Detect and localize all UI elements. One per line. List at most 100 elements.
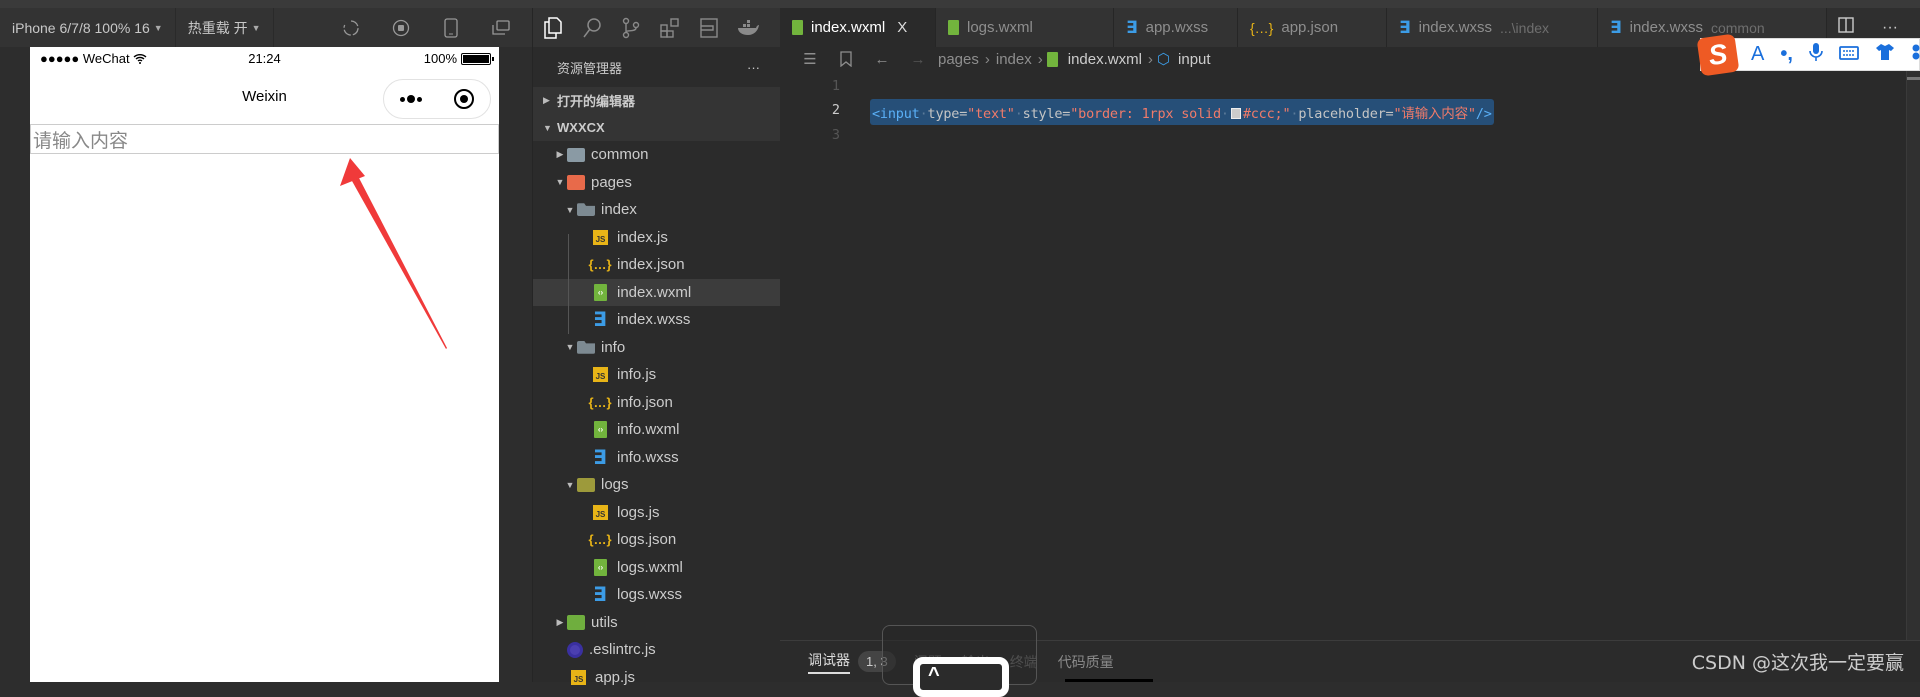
phone-icon[interactable] bbox=[426, 17, 476, 38]
wxss-icon: ∃ bbox=[593, 446, 607, 469]
editor-scrollbar[interactable] bbox=[1906, 71, 1920, 640]
folder-icon bbox=[567, 147, 585, 162]
ime-punctuation-icon[interactable]: •, bbox=[1780, 43, 1793, 66]
tab-debugger[interactable]: 调试器 bbox=[808, 650, 850, 674]
chevron-down-icon: ▼ bbox=[153, 22, 163, 33]
wxss-file-icon: ∃ bbox=[1126, 17, 1138, 37]
editor-tab-app-wxss[interactable]: ∃ app.wxss bbox=[1114, 8, 1238, 47]
file-tree: ▶ common ▼ pages ▼ index JS index.js {…} index.js… bbox=[533, 141, 780, 691]
outline-list-icon[interactable]: ☰ bbox=[792, 50, 828, 68]
stop-icon[interactable] bbox=[376, 18, 426, 38]
tab-label: index.wxss bbox=[1418, 19, 1492, 36]
back-arrow-icon[interactable]: ← bbox=[864, 51, 900, 68]
extensions-icon[interactable] bbox=[650, 17, 689, 38]
refresh-icon[interactable] bbox=[326, 18, 376, 38]
tree-item-utils[interactable]: ▶ utils bbox=[533, 609, 780, 637]
tree-item-label: common bbox=[591, 146, 649, 164]
phone-simulator: ●●●●● WeChat 21:24 100% Weixin 请输入内容 bbox=[30, 47, 499, 682]
toolbox-icon[interactable] bbox=[1911, 43, 1920, 67]
tree-item-logs-wxml[interactable]: ‹› logs.wxml bbox=[533, 554, 780, 582]
code-selection[interactable]: <input·type="text"·style="border: 1rpx s… bbox=[870, 99, 1494, 125]
explorer-icon[interactable] bbox=[533, 16, 572, 39]
editor-tab-logs-wxml[interactable]: logs.wxml bbox=[936, 8, 1114, 47]
breadcrumb-element[interactable]: input bbox=[1178, 51, 1211, 68]
close-target-icon[interactable] bbox=[454, 89, 474, 109]
ime-language-icon[interactable]: A bbox=[1751, 43, 1764, 66]
tree-item-index-wxss[interactable]: ∃ index.wxss bbox=[533, 306, 780, 334]
carrier-label: ●●●●● WeChat bbox=[40, 50, 130, 66]
window-top-strip bbox=[0, 0, 1920, 8]
element-cube-icon: ⬡ bbox=[1156, 51, 1171, 68]
breadcrumb-index[interactable]: index bbox=[996, 51, 1032, 68]
js-icon: JS bbox=[571, 669, 586, 685]
split-editor-icon[interactable] bbox=[1838, 17, 1854, 38]
tree-item-info-wxml[interactable]: ‹› info.wxml bbox=[533, 416, 780, 444]
keyboard-icon[interactable] bbox=[1839, 43, 1859, 66]
skin-shirt-icon[interactable] bbox=[1875, 43, 1895, 67]
tree-item-index-js[interactable]: JS index.js bbox=[533, 224, 780, 252]
breadcrumb-pages[interactable]: pages bbox=[938, 51, 979, 68]
color-swatch[interactable] bbox=[1230, 108, 1241, 119]
chevron-right-icon: ▶ bbox=[556, 616, 564, 627]
tree-item-index[interactable]: ▼ index bbox=[533, 196, 780, 224]
code-string: #ccc;" bbox=[1242, 106, 1291, 122]
docker-icon[interactable] bbox=[728, 19, 767, 36]
source-control-icon[interactable] bbox=[611, 17, 650, 39]
tree-item-logs[interactable]: ▼ logs bbox=[533, 471, 780, 499]
close-icon[interactable]: X bbox=[897, 19, 907, 36]
tree-item-info[interactable]: ▼ info bbox=[533, 334, 780, 362]
more-actions-icon[interactable]: ··· bbox=[747, 60, 760, 75]
tree-item-label: info.js bbox=[617, 366, 657, 384]
tree-item-label: logs.wxss bbox=[617, 586, 683, 604]
device-select[interactable]: iPhone 6/7/8 100% 16 ▼ bbox=[0, 8, 176, 47]
wxss-file-icon: ∃ bbox=[1610, 17, 1622, 37]
input-placeholder: 请输入内容 bbox=[33, 129, 129, 152]
microphone-icon[interactable] bbox=[1809, 42, 1823, 68]
tab-label: index.wxss bbox=[1629, 19, 1703, 36]
sogou-logo-icon[interactable]: S bbox=[1696, 33, 1740, 77]
bookmark-icon[interactable] bbox=[828, 51, 864, 67]
tree-item-common[interactable]: ▶ common bbox=[533, 141, 780, 169]
device-label: iPhone 6/7/8 100% 16 bbox=[12, 19, 150, 36]
window-icon[interactable] bbox=[476, 18, 526, 38]
editor-tab-app-json[interactable]: {…} app.json bbox=[1238, 8, 1387, 47]
tree-item-eslintrc-js[interactable]: .eslintrc.js bbox=[533, 636, 780, 664]
tree-item-app-js[interactable]: JS app.js bbox=[533, 664, 780, 692]
line-number: 2 bbox=[831, 102, 840, 118]
phone-status-bar: ●●●●● WeChat 21:24 100% bbox=[30, 47, 499, 69]
js-icon: JS bbox=[593, 367, 608, 383]
layout-icon[interactable] bbox=[689, 17, 728, 38]
tree-item-label: index.js bbox=[617, 228, 668, 246]
tree-item-pages[interactable]: ▼ pages bbox=[533, 169, 780, 197]
tree-item-info-wxss[interactable]: ∃ info.wxss bbox=[533, 444, 780, 472]
code-attr: style= bbox=[1022, 106, 1071, 122]
tree-item-logs-js[interactable]: JS logs.js bbox=[533, 499, 780, 527]
expand-up-button[interactable]: ^ bbox=[913, 657, 1009, 697]
explorer-title: 资源管理器 bbox=[557, 60, 623, 76]
text-input[interactable]: 请输入内容 bbox=[30, 124, 499, 154]
tree-item-info-js[interactable]: JS info.js bbox=[533, 361, 780, 389]
more-actions-icon[interactable]: ··· bbox=[1882, 19, 1898, 37]
tree-item-logs-json[interactable]: {…} logs.json bbox=[533, 526, 780, 554]
wxss-icon: ∃ bbox=[593, 584, 607, 607]
tree-item-logs-wxss[interactable]: ∃ logs.wxss bbox=[533, 581, 780, 609]
editor-tab-index-wxss-4[interactable]: ∃ index.wxss ...\index bbox=[1387, 8, 1598, 47]
tree-item-index-json[interactable]: {…} index.json bbox=[533, 251, 780, 279]
breadcrumb-file[interactable]: index.wxml bbox=[1068, 51, 1142, 68]
tree-item-index-wxml[interactable]: ‹› index.wxml bbox=[533, 278, 780, 306]
search-icon[interactable] bbox=[572, 17, 611, 39]
json-file-icon: {…} bbox=[1250, 19, 1274, 36]
tab-description: ...\index bbox=[1499, 19, 1550, 36]
chevron-down-icon: ▼ bbox=[565, 479, 575, 490]
chevron-down-icon: ▼ bbox=[251, 22, 261, 33]
editor-tab-index-wxml[interactable]: index.wxml X bbox=[780, 8, 936, 47]
more-icon[interactable] bbox=[400, 95, 422, 103]
tree-item-info-json[interactable]: {…} info.json bbox=[533, 389, 780, 417]
forward-arrow-icon[interactable]: → bbox=[900, 51, 936, 68]
project-section[interactable]: ▼ WXXCX bbox=[533, 114, 780, 141]
open-editors-section[interactable]: ▶ 打开的编辑器 bbox=[533, 87, 780, 114]
code-editor[interactable]: 1 2 3 <input·type="text"·style="border: … bbox=[780, 71, 1920, 640]
chevron-up-icon: ^ bbox=[928, 664, 940, 686]
tab-code-quality[interactable]: 代码质量 bbox=[1058, 652, 1114, 672]
hot-reload-select[interactable]: 热重载 开 ▼ bbox=[176, 8, 274, 47]
